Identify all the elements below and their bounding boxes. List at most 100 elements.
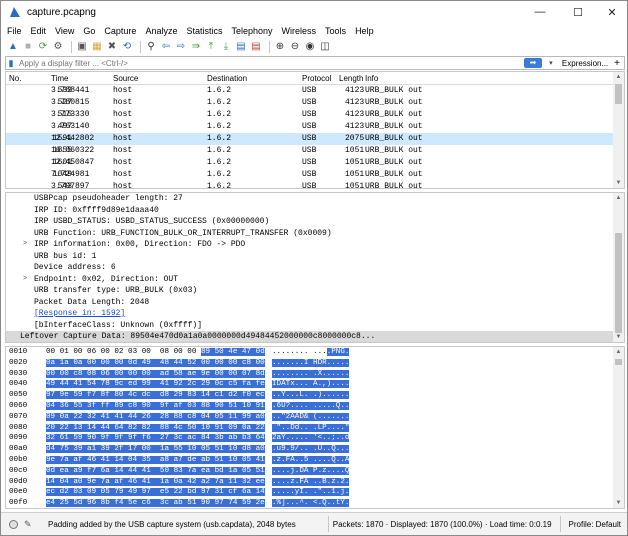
hex-row[interactable]: 00f0 e4 25 5d 96 8b f4 5e c6 3c ab 51 90 … [6, 498, 624, 508]
close-button[interactable]: ✕ [595, 1, 627, 23]
column-header-no[interactable]: No. [9, 74, 21, 83]
detail-row[interactable]: USBPcap pseudoheader length: 27 [6, 193, 624, 205]
expand-arrow-icon[interactable]: > [23, 239, 27, 251]
zoom-out-icon[interactable]: ⊖ [289, 41, 301, 53]
expression-button[interactable]: Expression... [562, 59, 608, 68]
detail-row[interactable]: Device address: 6 [6, 262, 624, 274]
packet-row[interactable]: 527 3.780815 host 1.6.2 USB 4123 URB_BULK out [6, 97, 624, 109]
hex-row[interactable]: 0090 32 61 59 90 9f 9f 9f f6 27 3c ac 84 … [6, 433, 624, 444]
restart-capture-icon[interactable]: ⟳ [37, 41, 49, 53]
hex-row[interactable]: 00b0 9e 7a af 46 41 14 04 35 a8 a7 de ab … [6, 455, 624, 466]
detail-row[interactable]: [Response in: 1592] [6, 308, 624, 320]
hex-row[interactable]: 0020 0a 1a 0a 00 00 00 0d 49 48 44 52 00 … [6, 358, 624, 369]
edit-comment-icon[interactable]: ✎ [24, 519, 34, 529]
display-filter-input[interactable] [16, 57, 524, 69]
close-file-icon[interactable]: ✖ [106, 41, 118, 53]
column-header-protocol[interactable]: Protocol [302, 74, 331, 83]
find-packet-icon[interactable]: ⚲ [145, 41, 157, 53]
menu-edit[interactable]: Edit [31, 26, 47, 36]
detail-row[interactable]: URB Function: URB_FUNCTION_BULK_OR_INTER… [6, 228, 624, 240]
stop-capture-icon[interactable]: ■ [22, 41, 34, 53]
open-file-icon[interactable]: ▣ [76, 41, 88, 53]
details-scroll-thumb[interactable] [615, 233, 622, 333]
packet-row[interactable]: 515 3.773330 host 1.6.2 USB 4123 URB_BULK out [6, 109, 624, 121]
hex-row[interactable]: 0030 00 00 c8 08 06 00 00 00 ad 58 ae 9e … [6, 369, 624, 380]
go-to-packet-icon[interactable]: ⇛ [190, 41, 202, 53]
packet-row[interactable]: 533 3.788441 host 1.6.2 USB 4123 URB_BULK out [6, 85, 624, 97]
detail-row[interactable]: Packet Data Length: 2048 [6, 297, 624, 309]
folder-icon[interactable]: ▦ [91, 41, 103, 53]
last-packet-icon[interactable]: ⤓ [220, 41, 232, 53]
hex-row[interactable]: 00c0 0d ea a9 f7 6a 14 44 41 50 83 7a ea … [6, 466, 624, 477]
autoscroll-icon[interactable]: ▤ [235, 41, 247, 53]
hex-row[interactable]: 00d0 14 04 a0 9e 7a af 46 41 1a 0a 42 a2 … [6, 477, 624, 488]
scroll-down-icon[interactable]: ▼ [613, 332, 624, 342]
details-scrollbar[interactable]: ▲ ▼ [613, 193, 624, 342]
menu-statistics[interactable]: Statistics [186, 26, 222, 36]
packet-row[interactable]: 497 3.763140 host 1.6.2 USB 4123 URB_BULK out [6, 121, 624, 133]
hex-row[interactable]: 0070 09 0a 22 32 41 41 44 26 28 88 c8 04 … [6, 412, 624, 423]
capture-options-icon[interactable]: ⚙ [52, 41, 64, 53]
resize-columns-icon[interactable]: ◫ [319, 41, 331, 53]
bookmark-icon[interactable]: ▮ [6, 57, 16, 69]
scroll-down-icon[interactable]: ▼ [613, 178, 624, 188]
menu-wireless[interactable]: Wireless [282, 26, 317, 36]
colorize-icon[interactable]: ▤ [250, 41, 262, 53]
column-header-source[interactable]: Source [113, 74, 138, 83]
packet-row[interactable]: 1591 12.442802 host 1.6.2 USB 2075 URB_BULK ou… [6, 133, 624, 145]
menu-capture[interactable]: Capture [104, 26, 136, 36]
menu-go[interactable]: Go [83, 26, 95, 36]
column-header-info[interactable]: Info [365, 74, 378, 83]
menu-analyze[interactable]: Analyze [145, 26, 177, 36]
menu-tools[interactable]: Tools [325, 26, 346, 36]
hex-row[interactable]: 0040 49 44 41 54 78 9c ed 99 41 92 2c 29 … [6, 379, 624, 390]
bytes-scroll-thumb[interactable] [615, 359, 622, 365]
detail-row-selected[interactable]: Leftover Capture Data: 89504e470d0a1a0a0… [6, 331, 624, 342]
detail-row[interactable]: IRP USBD_STATUS: USBD_STATUS_SUCCESS (0x… [6, 216, 624, 228]
reload-icon[interactable]: ⟲ [121, 41, 133, 53]
hex-row[interactable]: 0050 97 9e 59 f7 8f 80 4c dc d8 29 83 14 … [6, 390, 624, 401]
packet-row[interactable]: 1601 12.450847 host 1.6.2 USB 1051 URB_BULK ou… [6, 157, 624, 169]
scroll-up-icon[interactable]: ▲ [613, 347, 624, 357]
hex-row[interactable]: 00e0 ec d2 03 09 05 79 49 97 e5 22 bd 97 … [6, 487, 624, 498]
column-header-destination[interactable]: Destination [207, 74, 247, 83]
detail-row[interactable]: [bInterfaceClass: Unknown (0xffff)] [6, 320, 624, 332]
packet-row[interactable]: 1855 16.060322 host 1.6.2 USB 1051 URB_BULK ou… [6, 145, 624, 157]
menu-file[interactable]: File [7, 26, 22, 36]
maximize-button[interactable]: ☐ [561, 1, 595, 23]
detail-row[interactable]: IRP ID: 0xffff9d89e1daaa40 [6, 205, 624, 217]
column-header-time[interactable]: Time [51, 74, 68, 83]
detail-row[interactable]: URB bus id: 1 [6, 251, 624, 263]
filter-history-dropdown[interactable]: ▾ [546, 59, 556, 67]
packet-row[interactable]: 1049 7.724981 host 1.6.2 USB 1051 URB_BULK out [6, 169, 624, 181]
profile-switcher[interactable]: Profile: Default [569, 520, 621, 529]
zoom-reset-icon[interactable]: ◉ [304, 41, 316, 53]
apply-filter-button[interactable]: ➡ [523, 58, 542, 68]
hex-row[interactable]: 00a0 d4 75 39 a1 39 2f 17 00 1a 55 10 05 … [6, 444, 624, 455]
response-link[interactable]: [Response in: 1592] [34, 308, 125, 320]
scroll-up-icon[interactable]: ▲ [613, 193, 624, 203]
first-packet-icon[interactable]: ⤒ [205, 41, 217, 53]
packet-list-scroll-thumb[interactable] [615, 84, 622, 104]
menu-telephony[interactable]: Telephony [231, 26, 272, 36]
menu-view[interactable]: View [55, 26, 74, 36]
scroll-down-icon[interactable]: ▼ [613, 498, 624, 508]
add-filter-button[interactable]: + [614, 58, 620, 69]
bytes-scrollbar[interactable]: ▲ ▼ [613, 347, 624, 508]
detail-row[interactable]: > IRP information: 0x00, Direction: FDO -… [6, 239, 624, 251]
go-back-icon[interactable]: ⇦ [160, 41, 172, 53]
hex-row[interactable]: 0010 00 01 00 06 00 02 03 00 08 00 00 89 … [6, 347, 624, 358]
zoom-in-icon[interactable]: ⊕ [274, 41, 286, 53]
hex-row[interactable]: 0060 04 36 55 3f ff 89 c8 90 9f af 03 88 … [6, 401, 624, 412]
column-header-length[interactable]: Length [339, 74, 363, 83]
expert-info-icon[interactable] [9, 519, 18, 529]
minimize-button[interactable]: — [523, 1, 557, 23]
go-forward-icon[interactable]: ⇨ [175, 41, 187, 53]
detail-row[interactable]: URB transfer type: URB_BULK (0x03) [6, 285, 624, 297]
menu-help[interactable]: Help [355, 26, 374, 36]
expand-arrow-icon[interactable]: > [23, 274, 27, 286]
detail-row[interactable]: > Endpoint: 0x02, Direction: OUT [6, 274, 624, 286]
start-capture-icon[interactable]: ▲ [7, 41, 19, 53]
hex-row[interactable]: 0080 20 22 13 14 44 64 82 82 88 4c 50 10 … [6, 423, 624, 434]
scroll-up-icon[interactable]: ▲ [613, 72, 624, 82]
